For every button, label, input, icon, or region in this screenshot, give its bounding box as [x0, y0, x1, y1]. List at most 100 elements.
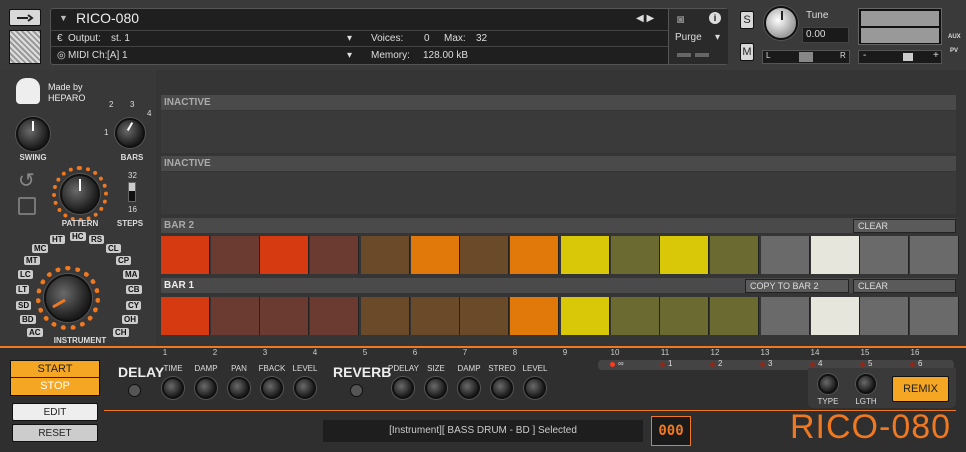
- instrument-lt[interactable]: LT: [16, 285, 30, 294]
- pan-slider[interactable]: L R: [762, 50, 850, 64]
- midi-dropdown-icon[interactable]: ▾: [347, 50, 352, 61]
- step-cell[interactable]: [860, 297, 909, 335]
- fx-knob[interactable]: [458, 377, 480, 399]
- step-cell[interactable]: [860, 236, 909, 274]
- fx-knob[interactable]: [195, 377, 217, 399]
- prev-next-icon[interactable]: ◀ ▶: [636, 13, 654, 24]
- step-cell[interactable]: [260, 236, 309, 274]
- remix-option[interactable]: ∞: [618, 359, 624, 368]
- reset-button[interactable]: RESET: [12, 424, 98, 442]
- step-cell[interactable]: [410, 236, 460, 274]
- step-cell[interactable]: [260, 297, 309, 335]
- step-cell[interactable]: [410, 297, 460, 335]
- volume-minus[interactable]: -: [863, 50, 866, 61]
- step-cell[interactable]: [561, 297, 610, 335]
- instrument-mt[interactable]: MT: [24, 256, 40, 265]
- info-icon[interactable]: i: [709, 12, 721, 24]
- step-cell[interactable]: [810, 297, 860, 335]
- step-cell[interactable]: [761, 297, 810, 335]
- fx-knob[interactable]: [491, 377, 513, 399]
- save-icon[interactable]: [18, 197, 36, 215]
- fx-knob[interactable]: [261, 377, 283, 399]
- instrument-name[interactable]: RICO-080: [76, 10, 139, 26]
- fx-knob[interactable]: [425, 377, 447, 399]
- instrument-cy[interactable]: CY: [126, 301, 142, 310]
- pv-label[interactable]: PV: [950, 48, 958, 54]
- remix-option[interactable]: 1: [668, 359, 672, 368]
- instrument-cl[interactable]: CL: [106, 244, 121, 253]
- instrument-ma[interactable]: MA: [123, 270, 140, 279]
- step-cell[interactable]: [610, 297, 660, 335]
- dropdown-arrow-icon[interactable]: ▼: [59, 13, 68, 23]
- instrument-mc[interactable]: MC: [32, 244, 49, 253]
- pattern-knob[interactable]: [60, 174, 100, 214]
- purge-button[interactable]: Purge: [675, 32, 702, 43]
- step-cell[interactable]: [361, 297, 410, 335]
- remix-type-knob[interactable]: [818, 374, 838, 394]
- volume-plus[interactable]: +: [933, 50, 939, 61]
- tune-value[interactable]: 0.00: [806, 29, 825, 40]
- copy-to-bar2-button[interactable]: COPY TO BAR 2: [745, 279, 849, 293]
- undo-icon[interactable]: ↺: [18, 168, 35, 193]
- step-cell[interactable]: [161, 297, 210, 335]
- remix-option[interactable]: 2: [718, 359, 722, 368]
- output-value[interactable]: st. 1: [111, 33, 130, 44]
- purge-dropdown-icon[interactable]: ▾: [715, 32, 720, 43]
- step-cell[interactable]: [810, 236, 860, 274]
- mute-button[interactable]: M: [740, 43, 754, 61]
- step-cell[interactable]: [610, 236, 660, 274]
- step-cell[interactable]: [660, 236, 709, 274]
- steps-switch[interactable]: [128, 182, 136, 202]
- instrument-knob[interactable]: [44, 274, 92, 322]
- instrument-cp[interactable]: CP: [116, 256, 132, 265]
- fx-knob[interactable]: [524, 377, 546, 399]
- step-cell[interactable]: [709, 236, 759, 274]
- delay-toggle[interactable]: [128, 384, 141, 397]
- camera-icon[interactable]: ◙: [677, 12, 684, 26]
- swing-knob[interactable]: [16, 117, 50, 151]
- step-cell[interactable]: [509, 236, 559, 274]
- remix-option[interactable]: 5: [868, 359, 872, 368]
- instrument-rs[interactable]: RS: [89, 235, 105, 244]
- step-cell[interactable]: [509, 297, 559, 335]
- instrument-cb[interactable]: CB: [126, 285, 142, 294]
- bar2-clear-button[interactable]: CLEAR: [853, 219, 956, 233]
- instrument-oh[interactable]: OH: [122, 315, 138, 324]
- step-cell[interactable]: [561, 236, 610, 274]
- output-dropdown-icon[interactable]: ▾: [347, 33, 352, 44]
- bars-knob[interactable]: [115, 118, 145, 148]
- step-cell[interactable]: [709, 297, 759, 335]
- aux-label[interactable]: AUX: [948, 34, 961, 40]
- fx-knob[interactable]: [294, 377, 316, 399]
- remix-button[interactable]: REMIX: [892, 376, 949, 402]
- step-cell[interactable]: [161, 236, 210, 274]
- step-cell[interactable]: [460, 236, 509, 274]
- instrument-ht[interactable]: HT: [50, 235, 65, 244]
- tune-knob[interactable]: [764, 6, 798, 40]
- instrument-hc[interactable]: HC: [70, 232, 86, 241]
- instrument-lc[interactable]: LC: [18, 270, 33, 279]
- step-cell[interactable]: [660, 297, 709, 335]
- remix-option[interactable]: 3: [768, 359, 772, 368]
- remix-option[interactable]: 4: [818, 359, 822, 368]
- step-cell[interactable]: [309, 236, 359, 274]
- volume-slider[interactable]: - +: [858, 50, 942, 64]
- step-cell[interactable]: [761, 236, 810, 274]
- reverb-toggle[interactable]: [350, 384, 363, 397]
- max-voices-value[interactable]: 32: [476, 33, 487, 44]
- step-cell[interactable]: [909, 236, 959, 274]
- remix-option[interactable]: 6: [918, 359, 922, 368]
- bar1-clear-button[interactable]: CLEAR: [853, 279, 956, 293]
- step-cell[interactable]: [361, 236, 410, 274]
- fx-knob[interactable]: [162, 377, 184, 399]
- fx-knob[interactable]: [228, 377, 250, 399]
- instrument-sd[interactable]: SD: [16, 301, 32, 310]
- remix-length-knob[interactable]: [856, 374, 876, 394]
- start-stop-button[interactable]: START STOP: [10, 360, 100, 396]
- fx-knob[interactable]: [392, 377, 414, 399]
- instrument-icon[interactable]: [9, 30, 41, 64]
- instrument-bd[interactable]: BD: [20, 315, 36, 324]
- step-cell[interactable]: [210, 236, 260, 274]
- step-cell[interactable]: [309, 297, 359, 335]
- solo-button[interactable]: S: [740, 11, 754, 29]
